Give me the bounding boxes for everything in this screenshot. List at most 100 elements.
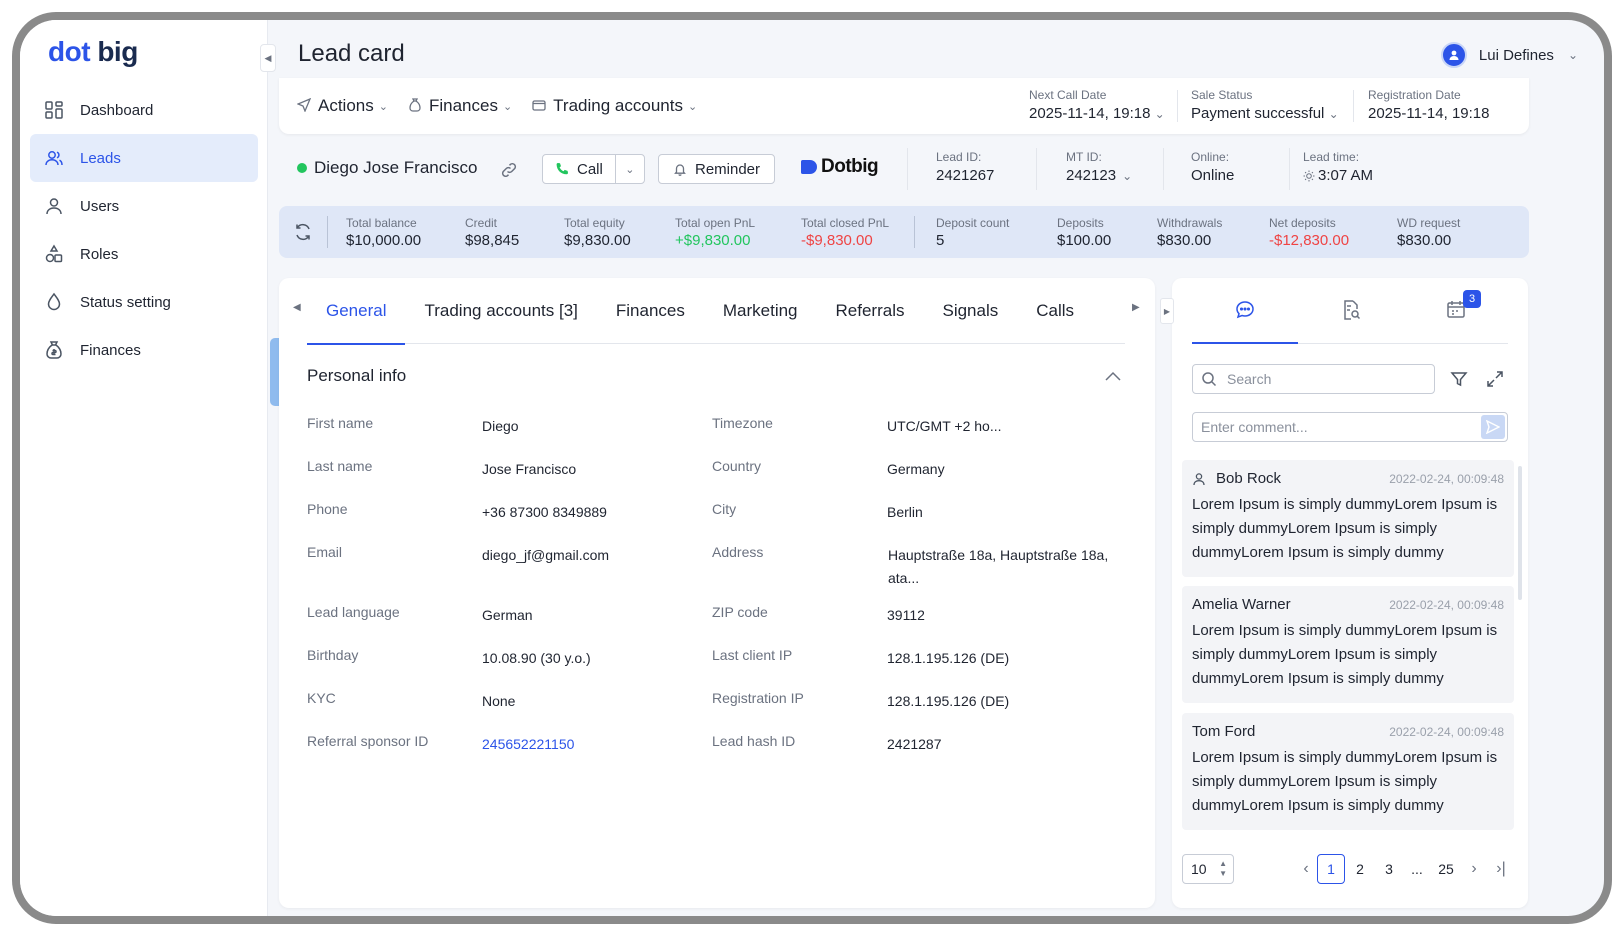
brand-logo: Dotbig	[801, 156, 879, 178]
mt-id[interactable]: MT ID: 242123 ⌄	[1066, 150, 1132, 184]
actions-menu[interactable]: Actions ⌄	[296, 96, 388, 116]
last-page-icon[interactable]: ›|	[1487, 854, 1515, 884]
tab-calls[interactable]: Calls	[1017, 278, 1093, 344]
side-drawer-handle[interactable]	[270, 338, 279, 406]
app-screen: dot big Dashboard Leads Users Roles Stat…	[20, 20, 1604, 916]
pagination: 10 ▲ ▼ ‹ 1 2 3 ... 25 › ›|	[1182, 854, 1522, 884]
tab-finances[interactable]: Finances	[597, 278, 704, 344]
page-title: Lead card	[298, 40, 405, 67]
balance-summary: Total balance $10,000.00 Credit $98,845 To…	[279, 206, 1529, 258]
expand-icon[interactable]	[1485, 369, 1505, 389]
call-button[interactable]: Call	[543, 155, 616, 183]
next-page-icon[interactable]: ›	[1460, 854, 1488, 884]
registration-date-value: 2025-11-14, 19:18	[1368, 105, 1490, 122]
comments-list: Bob Rock 2022-02-24, 00:09:48 Lorem Ipsu…	[1182, 460, 1514, 840]
trading-accounts-menu-label: Trading accounts	[553, 96, 683, 115]
chat-icon[interactable]	[1233, 298, 1257, 322]
finances-menu-label: Finances	[428, 96, 498, 115]
refresh-icon[interactable]	[293, 222, 313, 242]
sidebar-item-label: Users	[80, 197, 120, 215]
logo[interactable]: dot big	[48, 36, 138, 68]
country-label: Country	[712, 458, 762, 474]
sidebar-item-users[interactable]: Users	[30, 182, 258, 230]
tab-general[interactable]: General	[307, 278, 406, 345]
referral-sponsor-id-label: Referral sponsor ID	[307, 733, 429, 749]
roles-icon	[44, 244, 64, 264]
lead-id-value: 2421267	[936, 167, 995, 184]
page-3[interactable]: 3	[1375, 854, 1403, 884]
tab-trading-accounts[interactable]: Trading accounts [3]	[405, 278, 596, 344]
chevron-up-icon[interactable]	[1105, 370, 1121, 382]
phone-label: Phone	[307, 501, 348, 517]
page-2[interactable]: 2	[1346, 854, 1374, 884]
send-comment-button[interactable]	[1481, 415, 1505, 439]
page-size-value: 10	[1191, 861, 1207, 877]
finances-menu[interactable]: Finances ⌄	[408, 96, 512, 116]
money-bag-icon	[408, 97, 422, 115]
tab-signals[interactable]: Signals	[923, 278, 1017, 344]
phone-icon	[556, 163, 568, 175]
lead-time-label: Lead time:	[1303, 150, 1360, 164]
phone-value: +36 87300 8349889	[482, 504, 607, 520]
user-name: Lui Defines	[1478, 46, 1554, 64]
tabs-scroll-left-icon[interactable]: ◀	[293, 302, 301, 313]
next-call-date[interactable]: Next Call Date 2025-11-14, 19:18 ⌄	[1029, 88, 1165, 122]
sidebar-item-dashboard[interactable]: Dashboard	[30, 86, 258, 134]
sale-status[interactable]: Sale Status Payment successful ⌄	[1191, 88, 1339, 122]
caret-right-icon: ▶	[1163, 306, 1171, 316]
sidebar-item-label: Finances	[80, 341, 141, 359]
sidebar-collapse-button[interactable]: ◀	[260, 44, 276, 72]
section-title: Personal info	[307, 366, 407, 385]
sidebar-item-leads[interactable]: Leads	[30, 134, 258, 182]
users-icon	[44, 148, 64, 168]
page-1[interactable]: 1	[1317, 854, 1345, 884]
sale-status-value: Payment successful ⌄	[1191, 105, 1339, 122]
sidebar-item-finances[interactable]: Finances	[30, 326, 258, 374]
right-panel-toggle[interactable]: ▶	[1160, 298, 1174, 324]
call-options-dropdown[interactable]: ⌄	[616, 155, 644, 183]
comments-search[interactable]	[1192, 364, 1435, 394]
lead-details-panel: ◀ General Trading accounts [3] Finances …	[279, 278, 1155, 908]
total-balance: Total balance $10,000.00	[346, 216, 422, 249]
prev-page-icon[interactable]: ‹	[1292, 854, 1320, 884]
calendar-reminder-icon[interactable]: 3	[1445, 290, 1481, 322]
withdrawals: Withdrawals $830.00	[1157, 216, 1223, 249]
birthday-label: Birthday	[307, 647, 359, 663]
first-name-label: First name	[307, 415, 374, 431]
timezone-value: UTC/GMT +2 ho...	[887, 418, 1002, 434]
sidebar: dot big Dashboard Leads Users Roles Stat…	[20, 20, 268, 916]
page-size-select[interactable]: 10 ▲ ▼	[1182, 854, 1234, 884]
birthday-value: 10.08.90 (30 y.o.)	[482, 650, 591, 666]
sidebar-item-roles[interactable]: Roles	[30, 230, 258, 278]
search-icon	[1202, 372, 1217, 387]
tabs-scroll-right-icon[interactable]: ▶	[1132, 302, 1140, 313]
comment-timestamp: 2022-02-24, 00:09:48	[1389, 597, 1504, 612]
tab-marketing[interactable]: Marketing	[704, 278, 817, 344]
zip-code-value: 39112	[887, 607, 925, 623]
page-25[interactable]: 25	[1432, 854, 1460, 884]
zip-code-label: ZIP code	[712, 604, 768, 620]
document-search-icon[interactable]	[1339, 298, 1363, 322]
tab-bar: General Trading accounts [3] Finances Ma…	[307, 278, 1125, 345]
search-input[interactable]	[1227, 371, 1434, 387]
comment-timestamp: 2022-02-24, 00:09:48	[1389, 724, 1504, 739]
trading-accounts-menu[interactable]: Trading accounts ⌄	[532, 96, 697, 116]
referral-sponsor-id-link[interactable]: 245652221150	[482, 733, 574, 756]
tab-referrals[interactable]: Referrals	[817, 278, 924, 344]
filter-icon[interactable]	[1449, 369, 1469, 389]
divider	[1289, 148, 1290, 190]
comment-box[interactable]	[1192, 412, 1508, 442]
caret-left-icon: ◀	[264, 52, 272, 63]
comment-item: Bob Rock 2022-02-24, 00:09:48 Lorem Ipsu…	[1182, 460, 1514, 577]
send-icon	[1486, 420, 1500, 434]
comment-author: Tom Ford	[1192, 723, 1256, 740]
user-menu[interactable]: Lui Defines ⌄	[1440, 42, 1578, 68]
link-icon[interactable]	[499, 160, 519, 180]
sidebar-item-status-setting[interactable]: Status setting	[30, 278, 258, 326]
comment-input[interactable]	[1201, 419, 1507, 435]
divider	[907, 148, 908, 190]
email-value: diego_jf@gmail.com	[482, 547, 610, 563]
comments-scrollbar[interactable]	[1518, 466, 1522, 600]
reminder-button[interactable]: Reminder	[658, 154, 776, 184]
chevron-down-icon: ⌄	[1154, 107, 1165, 121]
